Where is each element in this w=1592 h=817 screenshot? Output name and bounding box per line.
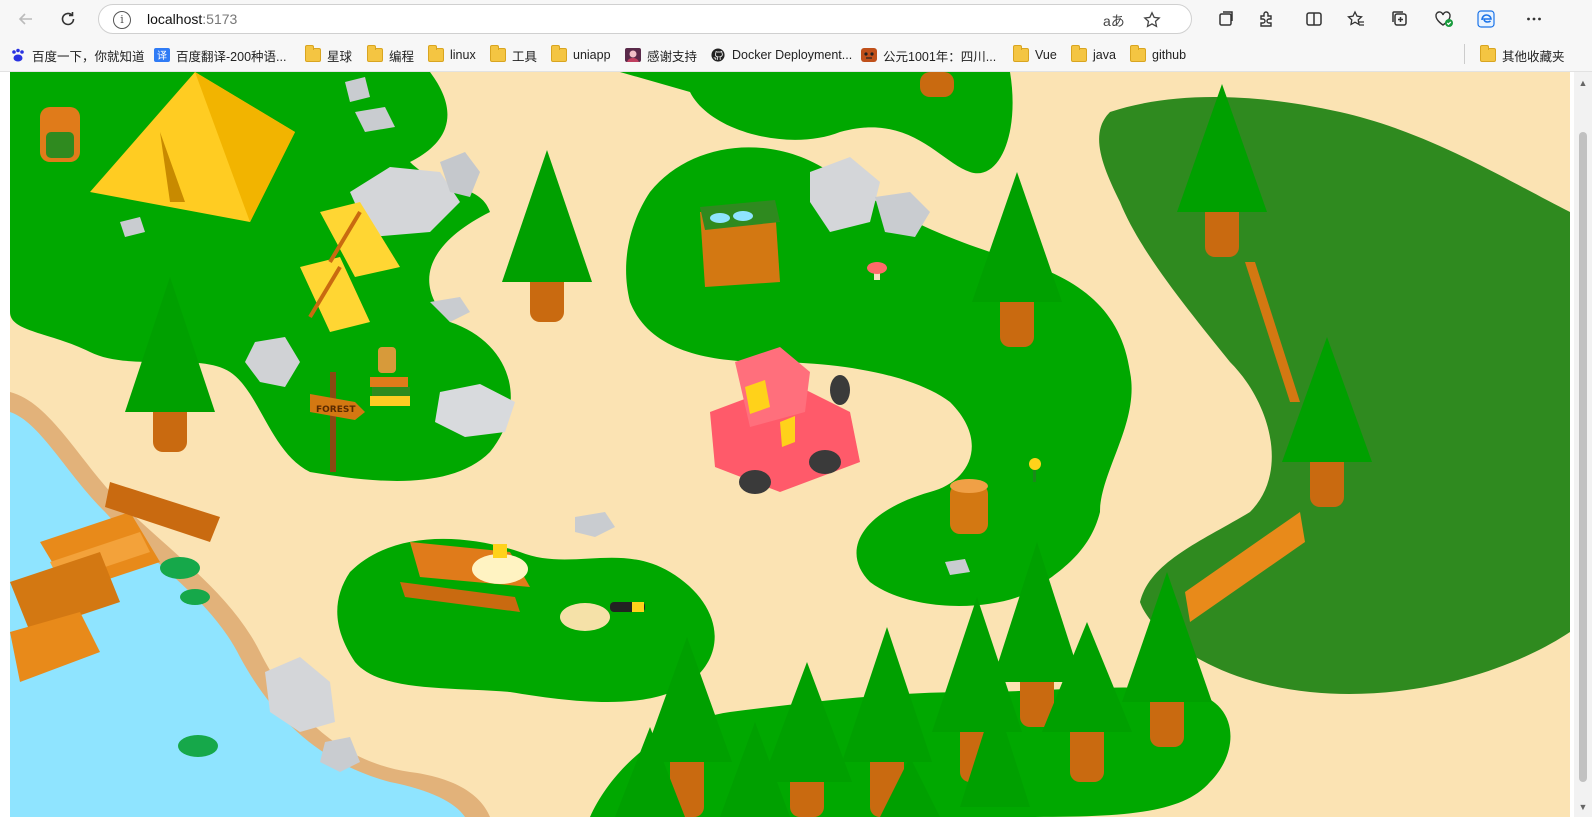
lily-pad bbox=[160, 557, 200, 579]
bookmark-label: github bbox=[1152, 48, 1187, 62]
folder-icon bbox=[305, 45, 321, 62]
folder-icon bbox=[1071, 45, 1087, 62]
refresh-button[interactable] bbox=[54, 6, 82, 32]
folder-icon bbox=[551, 45, 567, 62]
tree-stump bbox=[950, 479, 988, 534]
bookmark-gongyuan-1001[interactable]: 公元1001年：四川... bbox=[861, 46, 996, 64]
folder-icon bbox=[367, 45, 383, 62]
browser-chrome: i localhost:5173 aあ 百度一下，你就知道 译 百度翻译-200… bbox=[0, 0, 1592, 72]
read-aloud-icon[interactable]: aあ bbox=[1103, 11, 1125, 31]
favorites-icon[interactable] bbox=[1342, 6, 1370, 32]
folder-icon bbox=[490, 45, 506, 62]
camping-scene: FOREST bbox=[10, 72, 1570, 817]
site-info-icon[interactable]: i bbox=[113, 11, 131, 29]
folder-icon bbox=[428, 45, 444, 62]
more-icon[interactable] bbox=[1520, 6, 1548, 32]
page-scrollbar[interactable]: ▲ ▼ bbox=[1574, 72, 1592, 817]
folder-icon bbox=[1130, 45, 1146, 62]
favorite-star-icon[interactable] bbox=[1143, 11, 1161, 32]
bookmark-baidu-translate[interactable]: 译 百度翻译-200种语... bbox=[154, 46, 286, 64]
bookmarks-bar: 百度一下，你就知道 译 百度翻译-200种语... 星球 编程 linux 工具… bbox=[0, 38, 1592, 70]
bookmark-folder-linux[interactable]: linux bbox=[428, 45, 476, 64]
bookmark-folder-uniapp[interactable]: uniapp bbox=[551, 45, 611, 64]
bookmark-label: uniapp bbox=[573, 48, 611, 62]
bookmark-label: 感谢支持 bbox=[647, 49, 698, 64]
arrow-left-icon bbox=[18, 13, 32, 25]
bookmark-folder-gongju[interactable]: 工具 bbox=[490, 45, 538, 64]
backpack bbox=[40, 107, 80, 162]
bookmark-label: java bbox=[1093, 48, 1116, 62]
folder-icon bbox=[1013, 45, 1029, 62]
browser-essentials-icon[interactable] bbox=[1430, 6, 1458, 32]
translate-icon: 译 bbox=[154, 48, 170, 62]
tab-actions-icon[interactable] bbox=[1212, 6, 1240, 32]
edge-icon[interactable] bbox=[1472, 6, 1500, 32]
scrollbar-thumb[interactable] bbox=[1579, 132, 1587, 782]
bookmark-label: 编程 bbox=[389, 49, 415, 64]
bookmark-folder-xingqiu[interactable]: 星球 bbox=[305, 45, 353, 64]
scroll-up-icon[interactable]: ▲ bbox=[1578, 78, 1588, 88]
bookmark-folder-biancheng[interactable]: 编程 bbox=[367, 45, 415, 64]
bookmark-other-favorites[interactable]: 其他收藏夹 bbox=[1480, 45, 1565, 64]
wooden-sign-stack bbox=[700, 200, 780, 287]
bookmark-label: 百度一下，你就知道 bbox=[32, 49, 145, 64]
bookmark-ganxie[interactable]: 感谢支持 bbox=[625, 46, 697, 64]
bookmark-folder-github[interactable]: github bbox=[1130, 45, 1187, 64]
bookmark-label: Vue bbox=[1035, 48, 1057, 62]
svg-text:译: 译 bbox=[157, 50, 167, 62]
scroll-down-icon[interactable]: ▼ bbox=[1578, 802, 1588, 812]
bookmark-label: 其他收藏夹 bbox=[1502, 49, 1565, 64]
lily-pad bbox=[180, 589, 210, 605]
browser-toolbar: i localhost:5173 aあ bbox=[0, 0, 1592, 38]
bookmark-folder-java[interactable]: java bbox=[1071, 45, 1116, 64]
bookmark-label: 星球 bbox=[327, 49, 353, 64]
bookmark-docker-deployment[interactable]: Docker Deployment... bbox=[710, 46, 852, 64]
collections-icon[interactable] bbox=[1386, 6, 1414, 32]
bookmark-folder-vue[interactable]: Vue bbox=[1013, 45, 1057, 64]
address-url[interactable]: localhost:5173 bbox=[147, 11, 237, 27]
back-button[interactable] bbox=[12, 6, 40, 32]
github-icon bbox=[711, 48, 725, 62]
pine-tree bbox=[920, 72, 954, 97]
bookmark-label: Docker Deployment... bbox=[732, 48, 853, 62]
address-bar[interactable]: i localhost:5173 aあ bbox=[98, 4, 1192, 34]
site-icon bbox=[861, 48, 877, 62]
game-scene-canvas[interactable]: FOREST bbox=[10, 72, 1570, 817]
bookmark-label: 公元1001年：四川... bbox=[883, 49, 997, 64]
extensions-icon[interactable] bbox=[1252, 6, 1280, 32]
signpost-label: FOREST bbox=[316, 405, 356, 415]
folder-icon bbox=[1480, 45, 1496, 62]
bookmark-label: linux bbox=[450, 48, 476, 62]
lily-pad bbox=[178, 735, 218, 757]
split-screen-icon[interactable] bbox=[1300, 6, 1328, 32]
bookmark-baidu[interactable]: 百度一下，你就知道 bbox=[10, 46, 145, 64]
baidu-paw-icon bbox=[12, 48, 24, 62]
refresh-icon bbox=[61, 12, 75, 26]
avatar-icon bbox=[625, 48, 641, 62]
bookmarks-divider bbox=[1464, 44, 1465, 64]
bookmark-label: 工具 bbox=[512, 49, 538, 64]
bookmark-label: 百度翻译-200种语... bbox=[176, 49, 287, 64]
